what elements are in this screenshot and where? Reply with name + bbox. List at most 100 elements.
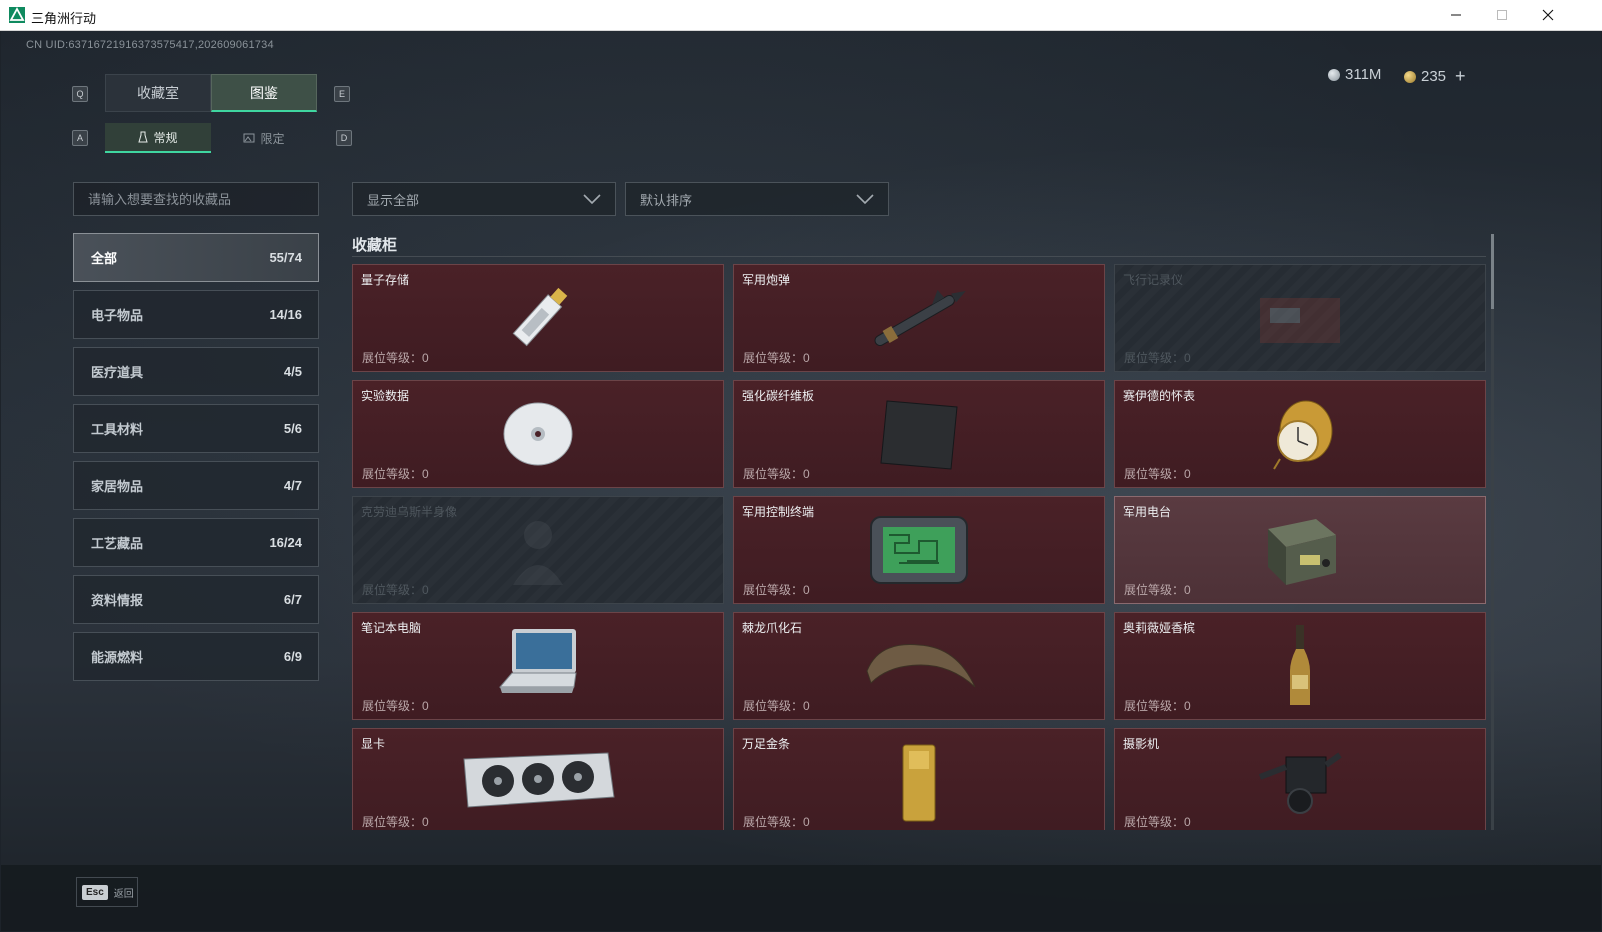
item-display-level: 展位等级：0 <box>743 467 810 481</box>
category-crafts[interactable]: 工艺藏品 16/24 <box>73 518 319 567</box>
category-count: 55/74 <box>269 250 302 265</box>
chevron-down-icon <box>583 194 601 205</box>
item-card-graphics-card[interactable]: 显卡 展位等级：0 <box>352 728 724 830</box>
window-title: 三角洲行动 <box>31 11 97 26</box>
subtab-limited[interactable]: 限定 <box>211 123 317 153</box>
item-card-pocket-watch[interactable]: 赛伊德的怀表 展位等级：0 <box>1114 380 1486 488</box>
item-display-level: 展位等级：0 <box>362 467 429 481</box>
flight-recorder-icon <box>1260 298 1340 343</box>
category-electronics[interactable]: 电子物品 14/16 <box>73 290 319 339</box>
back-button[interactable]: Esc 返回 <box>76 877 138 907</box>
back-label: 返回 <box>113 888 134 900</box>
tab-collection-room[interactable]: 收藏室 <box>105 74 211 112</box>
category-household[interactable]: 家居物品 4/7 <box>73 461 319 510</box>
minimize-icon <box>1451 14 1461 16</box>
category-count: 14/16 <box>269 307 302 322</box>
item-display-level: 展位等级：0 <box>362 583 429 597</box>
item-name: 实验数据 <box>361 389 410 403</box>
item-name: 笔记本电脑 <box>361 621 422 635</box>
filter-dropdown-value: 显示全部 <box>367 192 420 208</box>
category-all[interactable]: 全部 55/74 <box>73 233 319 282</box>
minimize-button[interactable] <box>1433 0 1479 30</box>
item-card-experiment-data[interactable]: 实验数据 展位等级：0 <box>352 380 724 488</box>
item-display-level: 展位等级：0 <box>743 583 810 597</box>
item-name: 棘龙爪化石 <box>742 621 803 635</box>
bottom-bar <box>1 865 1601 931</box>
item-card-laptop[interactable]: 笔记本电脑 展位等级：0 <box>352 612 724 720</box>
missile-icon <box>874 290 966 346</box>
category-label: 工具材料 <box>91 422 144 437</box>
item-card-quantum-storage[interactable]: 量子存储 展位等级：0 <box>352 264 724 372</box>
maximize-button[interactable] <box>1479 0 1525 30</box>
item-display-level: 展位等级：0 <box>743 351 810 365</box>
item-card-spinosaurus-claw[interactable]: 棘龙爪化石 展位等级：0 <box>733 612 1105 720</box>
add-gold-button[interactable]: + <box>1455 66 1466 87</box>
key-hint-next-subtab: D <box>336 130 352 146</box>
category-label: 电子物品 <box>91 308 144 323</box>
grid-scrollbar[interactable] <box>1491 234 1494 830</box>
item-display-level: 展位等级：0 <box>362 815 429 829</box>
category-tools[interactable]: 工具材料 5/6 <box>73 404 319 453</box>
item-card-video-camera[interactable]: 摄影机 展位等级：0 <box>1114 728 1486 830</box>
laptop-icon <box>498 629 577 693</box>
item-card-flight-recorder[interactable]: 飞行记录仪 展位等级：0 <box>1114 264 1486 372</box>
close-button[interactable] <box>1525 0 1571 30</box>
item-display-level: 展位等级：0 <box>1124 583 1191 597</box>
category-count: 4/5 <box>283 364 302 379</box>
category-energy[interactable]: 能源燃料 6/9 <box>73 632 319 681</box>
search-input[interactable] <box>73 182 319 216</box>
item-display-level: 展位等级：0 <box>1124 467 1191 481</box>
subtab-regular[interactable]: 常规 <box>105 123 211 153</box>
category-intel[interactable]: 资料情报 6/7 <box>73 575 319 624</box>
section-title: 收藏柜 <box>352 237 398 254</box>
bust-icon <box>513 521 563 585</box>
esc-key-hint: Esc <box>82 884 108 900</box>
item-name: 军用控制终端 <box>742 505 815 519</box>
item-card-carbon-fiber-plate[interactable]: 强化碳纤维板 展位等级：0 <box>733 380 1105 488</box>
item-name: 军用炮弹 <box>742 273 791 287</box>
terminal-icon <box>870 516 968 584</box>
close-icon <box>1542 9 1554 21</box>
sort-dropdown[interactable]: 默认排序 <box>625 182 889 216</box>
gold-coin-icon <box>1404 70 1416 83</box>
filter-dropdown[interactable]: 显示全部 <box>352 182 616 216</box>
item-card-gold-bar[interactable]: 万足金条 展位等级：0 <box>733 728 1105 830</box>
limited-icon <box>243 133 255 143</box>
item-card-military-terminal[interactable]: 军用控制终端 展位等级：0 <box>733 496 1105 604</box>
radio-icon <box>1268 519 1336 585</box>
maximize-icon <box>1497 10 1507 20</box>
player-uid: CN UID:6371672191637357541​7,20260906173… <box>26 39 274 51</box>
camera-icon <box>1258 752 1342 814</box>
item-display-level: 展位等级：0 <box>1124 699 1191 713</box>
window-titlebar: 三角洲行动 <box>0 0 1602 31</box>
item-card-military-radio[interactable]: 军用电台 展位等级：0 <box>1114 496 1486 604</box>
item-name: 强化碳纤维板 <box>742 389 815 403</box>
category-label: 全部 <box>91 251 118 266</box>
key-hint-prev-subtab: A <box>72 130 88 146</box>
item-card-claudius-bust[interactable]: 克劳迪乌斯半身像 展位等级：0 <box>352 496 724 604</box>
category-medical[interactable]: 医疗道具 4/5 <box>73 347 319 396</box>
category-count: 16/24 <box>269 535 302 550</box>
item-card-olivia-champagne[interactable]: 奥莉薇娅香槟 展位等级：0 <box>1114 612 1486 720</box>
game-viewport: CN UID:6371672191637357541​7,20260906173… <box>1 31 1601 931</box>
key-hint-next-tab: E <box>334 86 350 102</box>
subtab-regular-label: 常规 <box>153 130 178 145</box>
champagne-icon <box>1290 625 1310 705</box>
item-display-level: 展位等级：0 <box>1124 815 1191 829</box>
category-count: 6/7 <box>283 592 302 607</box>
item-name: 摄影机 <box>1123 737 1160 751</box>
item-name: 克劳迪乌斯半身像 <box>361 505 458 519</box>
sort-dropdown-value: 默认排序 <box>640 192 693 208</box>
pocket-watch-icon <box>1273 400 1333 470</box>
tab-catalog[interactable]: 图鉴 <box>211 74 317 112</box>
category-count: 4/7 <box>283 478 302 493</box>
silver-coin-icon <box>1328 68 1340 81</box>
app-logo-icon <box>9 7 25 23</box>
scrollbar-thumb[interactable] <box>1491 234 1494 309</box>
category-label: 医疗道具 <box>91 365 144 380</box>
item-name: 量子存储 <box>361 273 410 287</box>
item-name: 飞行记录仪 <box>1123 273 1184 287</box>
subtab-limited-label: 限定 <box>260 131 285 146</box>
key-hint-prev-tab: Q <box>72 86 88 102</box>
item-card-military-shell[interactable]: 军用炮弹 展位等级：0 <box>733 264 1105 372</box>
